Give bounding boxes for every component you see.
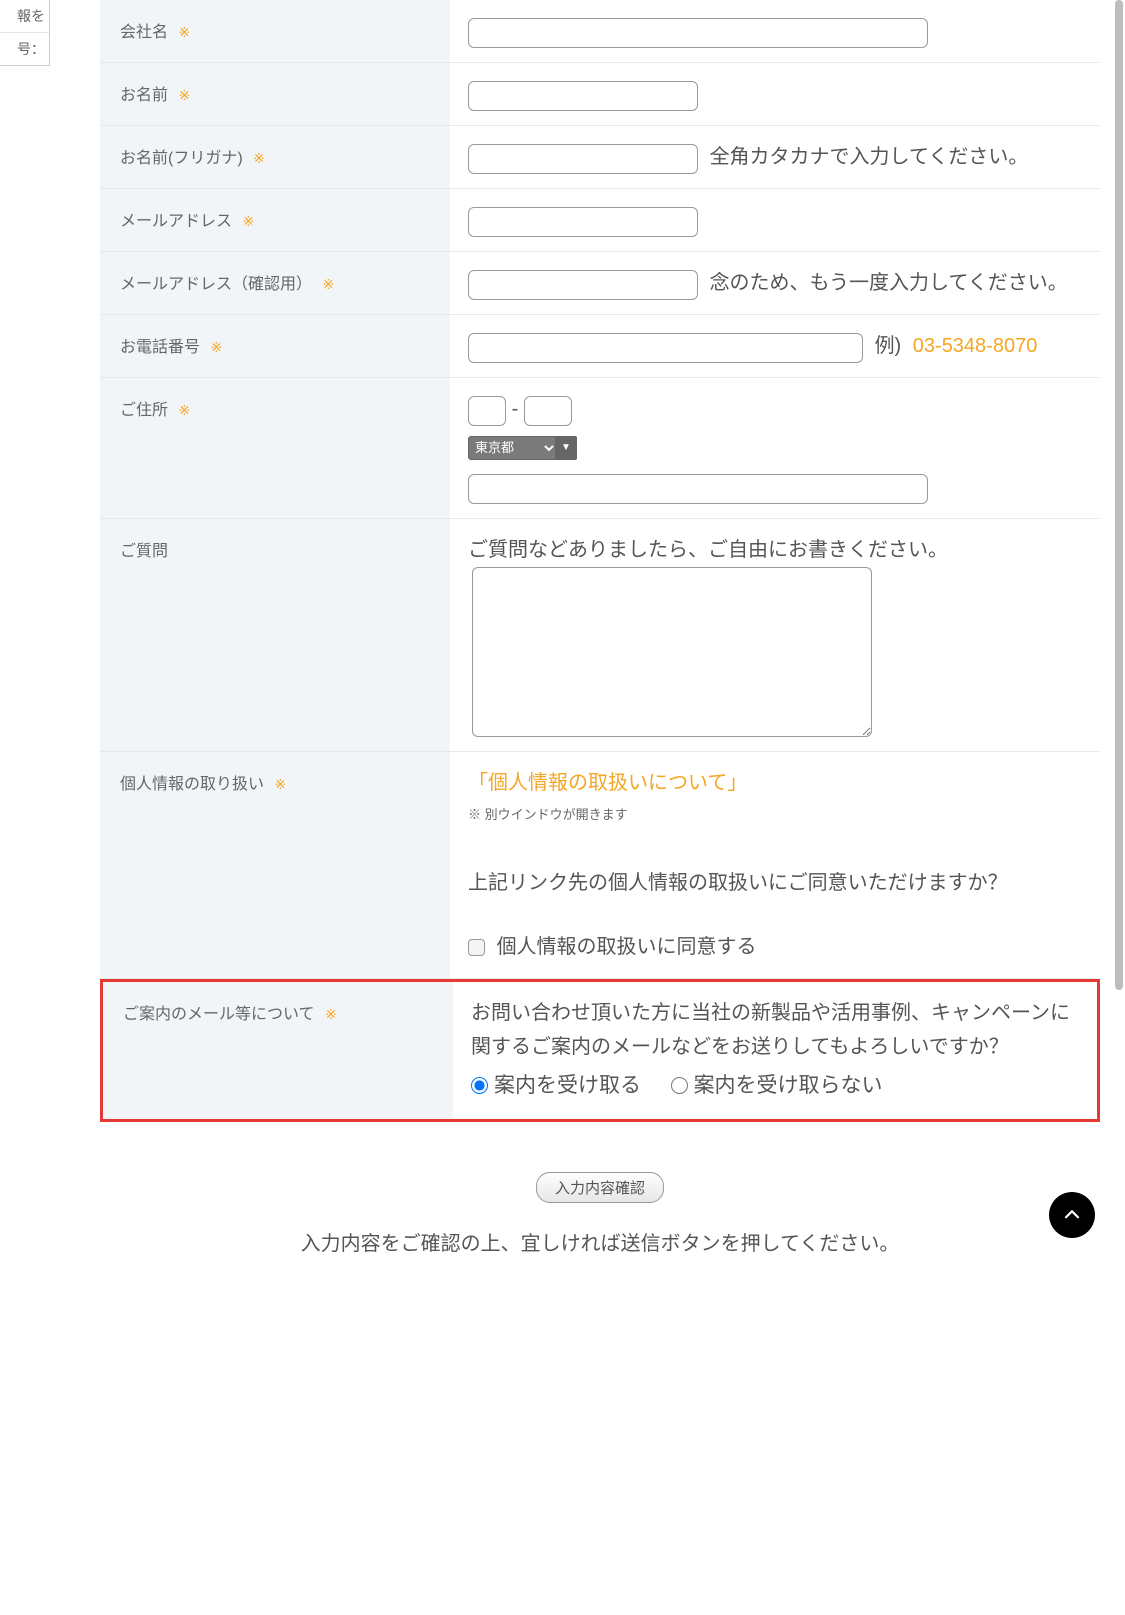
zip-separator: - xyxy=(512,398,519,420)
label-privacy: 個人情報の取り扱い xyxy=(120,776,264,793)
zip2-input[interactable] xyxy=(524,396,572,426)
row-company: 会社名 ※ xyxy=(100,0,1100,63)
required-icon: ※ xyxy=(178,24,190,41)
privacy-note: ※ 別ウインドウが開きます xyxy=(468,804,1082,826)
optin-no-option[interactable]: 案内を受け取らない xyxy=(671,1068,883,1104)
required-icon: ※ xyxy=(242,213,254,230)
required-icon: ※ xyxy=(178,402,190,419)
label-optin: ご案内のメール等について xyxy=(123,1006,315,1023)
label-email: メールアドレス xyxy=(120,213,232,230)
optin-yes-label: 案内を受け取る xyxy=(494,1068,641,1104)
label-address: ご住所 xyxy=(120,402,168,419)
company-input[interactable] xyxy=(468,18,928,48)
row-address: ご住所 ※ - 東京都 ▼ xyxy=(100,378,1100,519)
label-name: お名前 xyxy=(120,87,168,104)
row-phone: お電話番号 ※ 例) 03-5348-8070 xyxy=(100,315,1100,378)
sidebar-fragment-text: 報を xyxy=(0,0,49,33)
address-input[interactable] xyxy=(468,474,928,504)
required-icon: ※ xyxy=(253,150,265,167)
required-icon: ※ xyxy=(325,1006,337,1023)
contact-form: 会社名 ※ お名前 ※ お名前(フリガナ) ※ 全角カタカナで入力してください。… xyxy=(100,0,1100,1256)
question-textarea[interactable] xyxy=(472,567,872,737)
email-input[interactable] xyxy=(468,207,698,237)
optin-yes-radio[interactable] xyxy=(471,1077,488,1094)
kana-hint: 全角カタカナで入力してください。 xyxy=(710,146,1029,168)
chevron-up-icon xyxy=(1063,1206,1081,1224)
label-company: 会社名 xyxy=(120,24,168,41)
email-confirm-hint: 念のため、もう一度入力してください。 xyxy=(710,272,1068,294)
privacy-agree-checkbox[interactable] xyxy=(468,939,485,956)
label-email-confirm: メールアドレス（確認用） xyxy=(120,276,312,293)
optin-question: お問い合わせ頂いた方に当社の新製品や活用事例、キャンペーンに関するご案内のメール… xyxy=(471,996,1079,1064)
optin-yes-option[interactable]: 案内を受け取る xyxy=(471,1068,641,1104)
optin-no-label: 案内を受け取らない xyxy=(694,1068,883,1104)
optin-no-radio[interactable] xyxy=(671,1077,688,1094)
question-hint: ご質問などありましたら、ご自由にお書きください。 xyxy=(468,539,948,561)
row-name: お名前 ※ xyxy=(100,63,1100,126)
label-phone: お電話番号 xyxy=(120,339,200,356)
form-footnote: 入力内容をご確認の上、宜しければ送信ボタンを押してください。 xyxy=(100,1227,1100,1256)
phone-example-value: 03-5348-8070 xyxy=(913,335,1038,357)
scrollbar[interactable] xyxy=(1115,0,1123,990)
phone-input[interactable] xyxy=(468,333,863,363)
sidebar-fragment: 報を 号： xyxy=(0,0,50,66)
row-optin: ご案内のメール等について ※ お問い合わせ頂いた方に当社の新製品や活用事例、キャ… xyxy=(100,979,1100,1122)
label-kana: お名前(フリガナ) xyxy=(120,150,243,167)
zip1-input[interactable] xyxy=(468,396,506,426)
name-input[interactable] xyxy=(468,81,698,111)
required-icon: ※ xyxy=(210,339,222,356)
required-icon: ※ xyxy=(322,276,334,293)
row-email: メールアドレス ※ xyxy=(100,189,1100,252)
label-question: ご質問 xyxy=(120,543,168,560)
privacy-consent-question: 上記リンク先の個人情報の取扱いにご同意いただけますか？ xyxy=(468,866,1082,900)
prefecture-select[interactable]: 東京都 xyxy=(468,436,558,460)
email-confirm-input[interactable] xyxy=(468,270,698,300)
row-privacy: 個人情報の取り扱い ※ 「個人情報の取扱いについて」 ※ 別ウインドウが開きます… xyxy=(100,752,1100,979)
row-kana: お名前(フリガナ) ※ 全角カタカナで入力してください。 xyxy=(100,126,1100,189)
confirm-button[interactable]: 入力内容確認 xyxy=(536,1172,664,1203)
phone-example-prefix: 例) xyxy=(875,335,907,357)
row-question: ご質問 ご質問などありましたら、ご自由にお書きください。 xyxy=(100,519,1100,752)
privacy-agree-label: 個人情報の取扱いに同意する xyxy=(497,936,757,958)
kana-input[interactable] xyxy=(468,144,698,174)
privacy-link[interactable]: 「個人情報の取扱いについて」 xyxy=(468,772,747,794)
dropdown-icon[interactable]: ▼ xyxy=(555,436,577,460)
required-icon: ※ xyxy=(178,87,190,104)
sidebar-fragment-text: 号： xyxy=(0,33,49,65)
required-icon: ※ xyxy=(274,776,286,793)
row-email-confirm: メールアドレス（確認用） ※ 念のため、もう一度入力してください。 xyxy=(100,252,1100,315)
